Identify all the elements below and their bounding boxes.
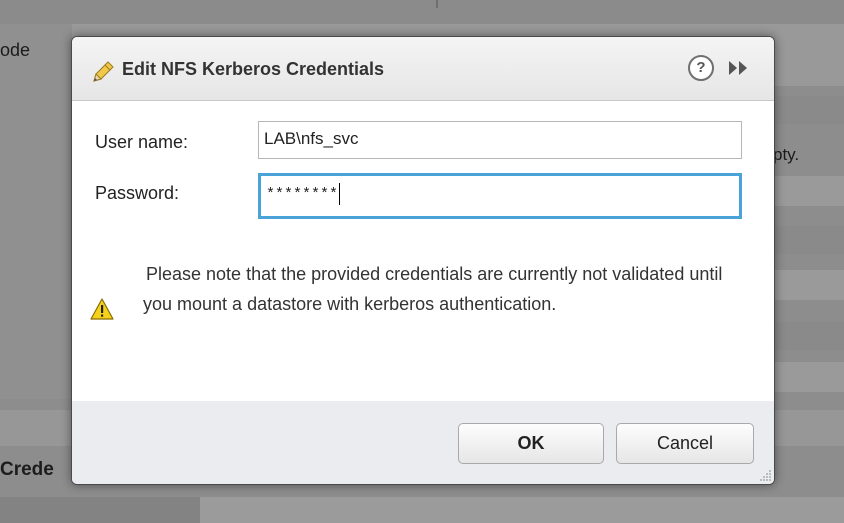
pencil-icon bbox=[93, 61, 114, 82]
bg-row bbox=[773, 96, 844, 124]
password-label: Password: bbox=[95, 183, 180, 203]
username-label: User name: bbox=[95, 132, 189, 152]
bg-bottom-left-panel bbox=[0, 497, 200, 523]
credentials-note: Please note that the provided credential… bbox=[143, 264, 723, 314]
edit-credentials-dialog: Edit NFS Kerberos Credentials ? User nam… bbox=[71, 36, 775, 485]
resize-grip-icon[interactable] bbox=[758, 467, 772, 481]
dialog-titlebar[interactable]: Edit NFS Kerberos Credentials ? bbox=[72, 37, 774, 101]
bg-row bbox=[773, 270, 844, 300]
cancel-button[interactable]: Cancel bbox=[616, 423, 754, 464]
username-input[interactable]: LAB\nfs_svc bbox=[258, 121, 742, 159]
password-value: ******** bbox=[266, 186, 339, 203]
bg-partial-label: ode bbox=[0, 40, 31, 60]
bg-row bbox=[773, 362, 844, 392]
bg-top-band bbox=[0, 0, 844, 24]
bg-divider bbox=[436, 0, 438, 8]
ok-button[interactable]: OK bbox=[458, 423, 604, 464]
bg-partial-text: pty. bbox=[773, 145, 800, 164]
bg-row bbox=[773, 322, 844, 350]
bg-row bbox=[773, 226, 844, 254]
password-input[interactable]: ******** bbox=[258, 173, 742, 219]
dialog-title: Edit NFS Kerberos Credentials bbox=[122, 59, 385, 79]
warning-icon bbox=[90, 298, 114, 320]
help-icon[interactable]: ? bbox=[688, 55, 714, 81]
bg-left-column bbox=[0, 24, 72, 399]
bg-partial-heading: Crede bbox=[0, 459, 54, 480]
text-caret bbox=[339, 183, 341, 206]
bg-row bbox=[773, 176, 844, 206]
double-chevron-right-icon[interactable] bbox=[727, 59, 751, 77]
